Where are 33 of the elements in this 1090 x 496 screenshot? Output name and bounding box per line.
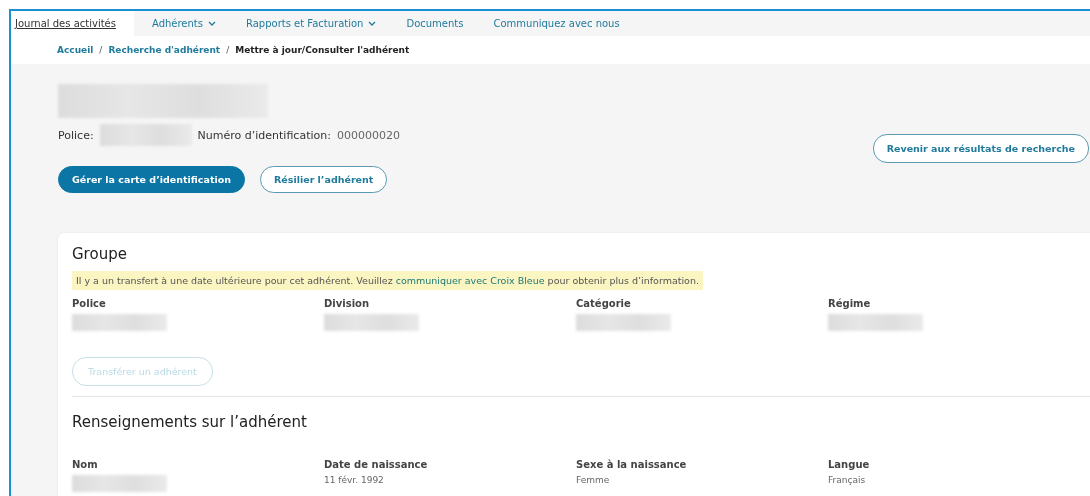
nav-tab[interactable]: Journal des activités <box>11 11 134 36</box>
chevron-down-icon <box>208 21 216 26</box>
breadcrumb-separator: / <box>226 45 230 55</box>
field-label: Date de naissance <box>324 459 429 470</box>
breadcrumb-separator: / <box>99 45 103 55</box>
breadcrumb-link[interactable]: Accueil <box>57 45 94 55</box>
notice-text: Il y a un transfert à une date ultérieure pour cet adhérent. Veuillez communiquer avec Croix Bleue pour obtenir plus d’information. <box>76 275 699 286</box>
breadcrumb-link[interactable]: Recherche d'adhérent <box>108 45 221 55</box>
field-label: Sexe à la naissance <box>576 459 688 470</box>
section-title: Renseignements sur l’adhérent <box>72 413 308 431</box>
nav-tab[interactable]: Rapports et Facturation <box>242 11 389 36</box>
police-label: Police: <box>58 128 94 142</box>
breadcrumb-current: Mettre à jour/Consulter l'adhérent <box>235 45 410 55</box>
field-value: Femme <box>576 475 611 485</box>
field-label: Langue <box>828 459 871 470</box>
field-label: Police <box>72 298 107 309</box>
nav-tab[interactable]: Documents <box>402 11 476 36</box>
field-label: Régime <box>828 298 872 309</box>
id-label: Numéro d’identification: <box>197 128 331 142</box>
action-button[interactable]: Résilier l’adhérent <box>260 166 388 193</box>
id-value: 000000020 <box>336 128 400 142</box>
field-label: Nom <box>72 459 99 470</box>
chevron-down-icon <box>368 21 377 26</box>
field-value: 11 févr. 1992 <box>324 475 385 485</box>
nav-tab[interactable]: Communiquez avec nous <box>489 11 632 36</box>
notice-link[interactable]: communiquer avec Croix Bleue <box>395 275 545 286</box>
back-button[interactable]: Revenir aux résultats de recherche <box>872 134 1089 163</box>
section-title: Groupe <box>72 245 128 263</box>
action-button[interactable]: Gérer la carte d’identification <box>58 166 245 193</box>
nav-tab[interactable]: Adhérents <box>147 11 228 36</box>
field-label: Catégorie <box>576 298 632 309</box>
field-value: Français <box>828 475 867 485</box>
field-label: Division <box>324 298 371 309</box>
